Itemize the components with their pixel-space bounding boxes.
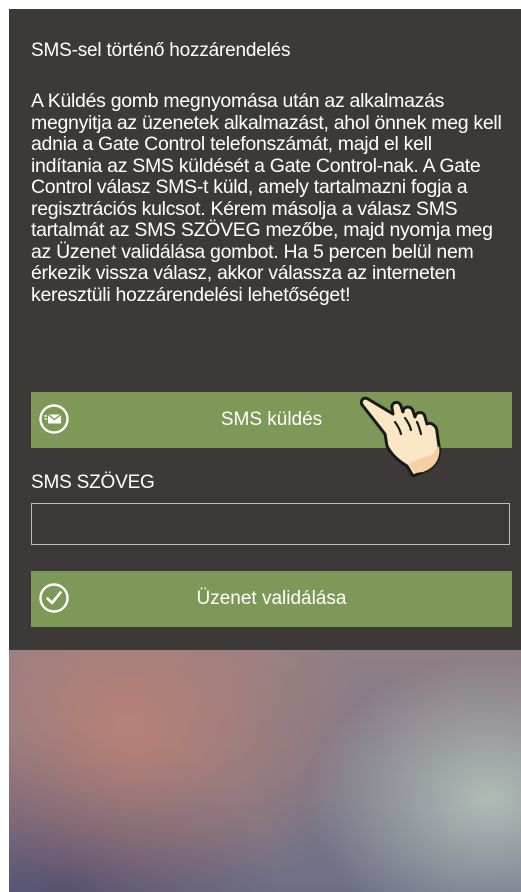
- sms-text-input[interactable]: [31, 503, 510, 545]
- sms-text-label: SMS SZÖVEG: [31, 472, 155, 493]
- app-screen: SMS-sel történő hozzárendelés A Küldés g…: [9, 9, 521, 892]
- page-title: SMS-sel történő hozzárendelés: [31, 40, 291, 61]
- validate-message-button-label: Üzenet validálása: [196, 588, 347, 609]
- pointing-hand-icon: [355, 388, 459, 480]
- instructions-text: A Küldés gomb megnyomása után az alkalma…: [31, 90, 502, 306]
- validate-message-button[interactable]: Üzenet validálása: [31, 571, 512, 627]
- sms-assignment-panel: SMS-sel történő hozzárendelés A Küldés g…: [9, 9, 521, 650]
